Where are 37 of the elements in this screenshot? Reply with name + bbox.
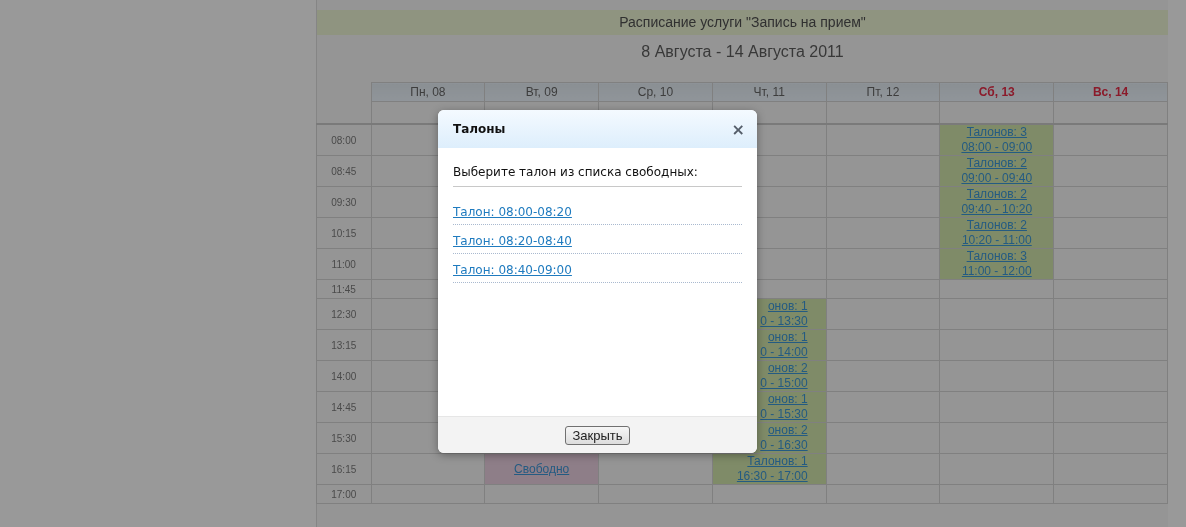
slot-link[interactable]: Талонов: 1 16:30 - 17:00 xyxy=(736,454,808,484)
day-header: Чт, 11 xyxy=(712,82,827,102)
day-header: Пн, 08 xyxy=(371,82,485,102)
day-header: Ср, 10 xyxy=(598,82,713,102)
ticket-link[interactable]: Талон: 08:00-08:20 xyxy=(453,205,572,219)
time-label: 08:00 xyxy=(316,124,371,156)
schedule-title: Расписание услуги "Запись на прием" xyxy=(317,10,1168,35)
time-label: 13:15 xyxy=(316,329,371,361)
time-label: 11:00 xyxy=(316,248,371,280)
ticket-link[interactable]: Талон: 08:20-08:40 xyxy=(453,234,572,248)
ticket-link[interactable]: Талон: 08:40-09:00 xyxy=(453,263,572,277)
slot-link[interactable]: Талонов: 3 11:00 - 12:00 xyxy=(961,249,1032,279)
time-label: 12:30 xyxy=(316,298,371,330)
dialog-prompt: Выберите талон из списка свободных: xyxy=(453,148,742,187)
time-label: 11:45 xyxy=(316,279,371,299)
slot-link[interactable]: Талонов: 2 10:20 - 11:00 xyxy=(961,218,1032,248)
slot-link[interactable]: онов: 2 0 - 16:30 xyxy=(760,423,808,453)
day-header: Сб, 13 xyxy=(939,82,1054,102)
time-label: 15:30 xyxy=(316,422,371,454)
day-header: Вт, 09 xyxy=(484,82,599,102)
slot-link[interactable]: Талонов: 2 09:00 - 09:40 xyxy=(961,156,1033,186)
close-dialog-button[interactable]: Закрыть xyxy=(565,425,630,445)
day-header: Вс, 14 xyxy=(1053,82,1168,102)
slot-link[interactable]: Талонов: 2 09:40 - 10:20 xyxy=(961,187,1033,217)
time-label: 08:45 xyxy=(316,155,371,187)
time-label: 17:00 xyxy=(316,484,371,504)
time-label: 09:30 xyxy=(316,186,371,218)
close-button[interactable]: × xyxy=(729,119,747,139)
time-label: 14:00 xyxy=(316,360,371,392)
time-label: 14:45 xyxy=(316,391,371,423)
day-header: Пт, 12 xyxy=(826,82,940,102)
time-label: 16:15 xyxy=(316,453,371,485)
date-range: 8 Августа - 14 Августа 2011 xyxy=(640,42,845,62)
slot-link[interactable]: Талонов: 3 08:00 - 09:00 xyxy=(961,125,1033,155)
time-label: 10:15 xyxy=(316,217,371,249)
dialog-title: Талоны xyxy=(453,122,506,136)
slot-link[interactable]: Свободно xyxy=(514,461,570,477)
